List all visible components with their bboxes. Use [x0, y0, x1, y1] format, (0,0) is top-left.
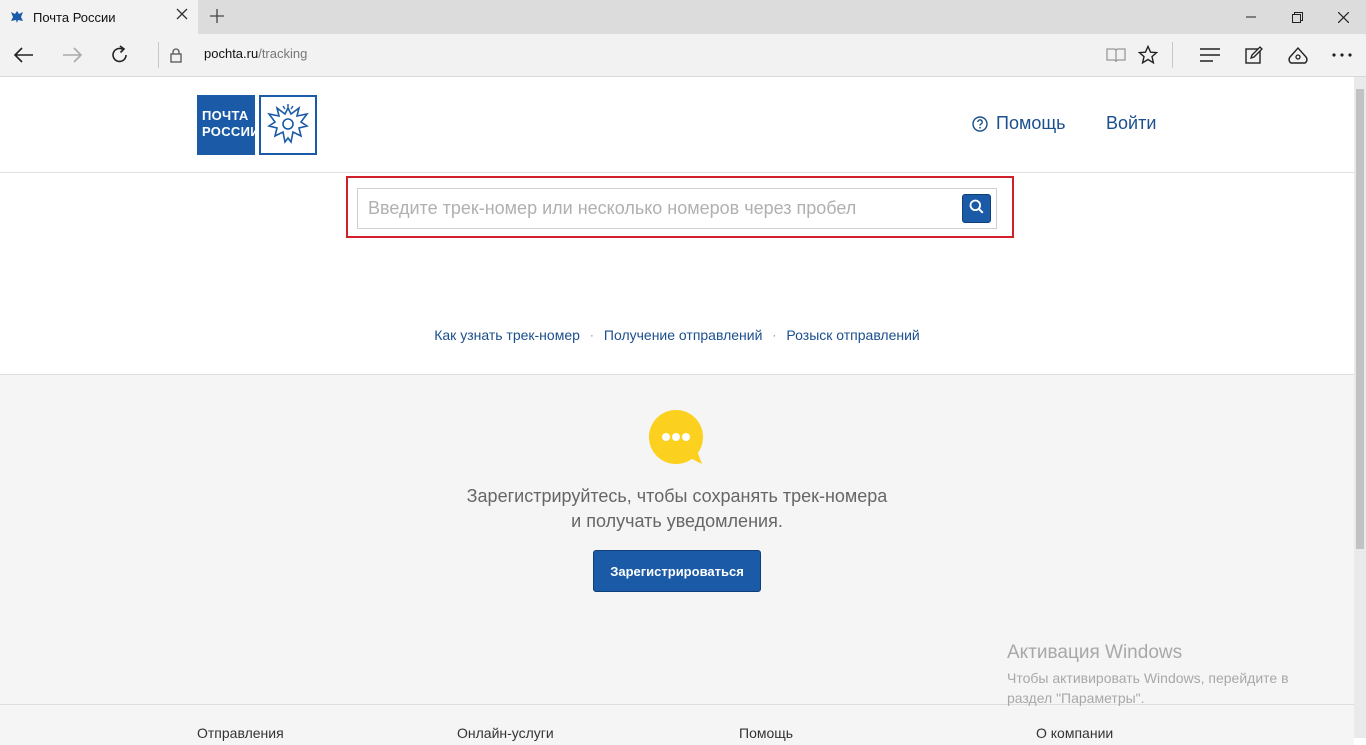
- window-close-icon[interactable]: [1320, 0, 1366, 34]
- scrollbar-thumb[interactable]: [1356, 89, 1364, 549]
- tracking-search-input[interactable]: [358, 189, 956, 228]
- favorite-star-icon[interactable]: [1128, 34, 1168, 76]
- footer-item-online-services[interactable]: Онлайн-услуги: [457, 725, 554, 741]
- link-separator: ·: [589, 328, 594, 342]
- tracking-search-box: [357, 188, 997, 229]
- watermark-line2: раздел "Параметры".: [1007, 690, 1145, 706]
- logo-text-block: ПОЧТА РОССИИ: [197, 95, 260, 155]
- logo-line2: РОССИИ: [202, 124, 260, 139]
- tracking-help-links: Как узнать трек-номер · Получение отправ…: [0, 327, 1354, 343]
- eagle-favicon-icon: [8, 8, 26, 26]
- help-label: Помощь: [996, 113, 1066, 133]
- link-receiving[interactable]: Получение отправлений: [604, 327, 763, 343]
- login-link[interactable]: Войти: [1106, 113, 1156, 134]
- watermark-title: Активация Windows: [1007, 642, 1183, 663]
- windows-activation-watermark: Активация Windows Чтобы активировать Win…: [1007, 642, 1289, 708]
- web-note-icon[interactable]: [1234, 34, 1274, 76]
- help-circle-icon: [972, 115, 988, 132]
- more-icon[interactable]: [1322, 34, 1362, 76]
- footer-item-shipments[interactable]: Отправления: [197, 725, 284, 741]
- logo-line1: ПОЧТА: [202, 108, 249, 123]
- page-scrollbar[interactable]: [1354, 77, 1366, 738]
- refresh-icon[interactable]: [98, 34, 142, 76]
- watermark-line1: Чтобы активировать Windows, перейдите в: [1007, 670, 1289, 686]
- tab-title: Почта России: [33, 9, 116, 25]
- address-bar: pochta.ru/tracking: [0, 34, 1366, 77]
- minimize-icon[interactable]: [1228, 0, 1274, 34]
- url-field[interactable]: pochta.ru/tracking: [204, 46, 307, 61]
- register-promo-line1: Зарегистрируйтесь, чтобы сохранять трек-…: [466, 486, 888, 506]
- pochta-logo[interactable]: ПОЧТА РОССИИ: [197, 95, 317, 155]
- plus-icon[interactable]: [206, 5, 228, 27]
- link-search-parcels[interactable]: Розыск отправлений: [786, 327, 919, 343]
- close-icon[interactable]: [174, 8, 190, 24]
- link-how-find-track[interactable]: Как узнать трек-номер: [434, 327, 580, 343]
- toolbar-separator: [1172, 42, 1173, 68]
- footer-item-about[interactable]: О компании: [1036, 725, 1113, 741]
- footer: Отправления Онлайн-услуги Помощь О компа…: [0, 704, 1354, 745]
- search-button[interactable]: [962, 194, 991, 223]
- forward-arrow-icon[interactable]: [50, 34, 94, 76]
- register-button[interactable]: Зарегистрироваться: [593, 550, 761, 592]
- share-icon[interactable]: [1278, 34, 1318, 76]
- lock-icon: [154, 34, 198, 76]
- register-promo-line2: и получать уведомления.: [571, 511, 783, 531]
- site-header: ПОЧТА РОССИИ Помощь Войти: [0, 77, 1354, 173]
- search-icon: [969, 199, 984, 219]
- restore-icon[interactable]: [1274, 0, 1320, 34]
- help-link[interactable]: Помощь: [972, 113, 1066, 134]
- url-host: pochta.ru: [204, 46, 259, 61]
- link-separator: ·: [772, 328, 777, 342]
- browser-tab[interactable]: Почта России: [0, 0, 198, 34]
- footer-item-help[interactable]: Помощь: [739, 725, 793, 741]
- back-arrow-icon[interactable]: [2, 34, 46, 76]
- hub-icon[interactable]: [1190, 34, 1230, 76]
- browser-titlebar: Почта России: [0, 0, 1366, 34]
- chat-bubble-icon: [648, 410, 706, 466]
- url-path: /tracking: [258, 46, 308, 61]
- register-promo-text: Зарегистрируйтесь, чтобы сохранять трек-…: [0, 484, 1354, 534]
- eagle-emblem-icon: [259, 95, 317, 155]
